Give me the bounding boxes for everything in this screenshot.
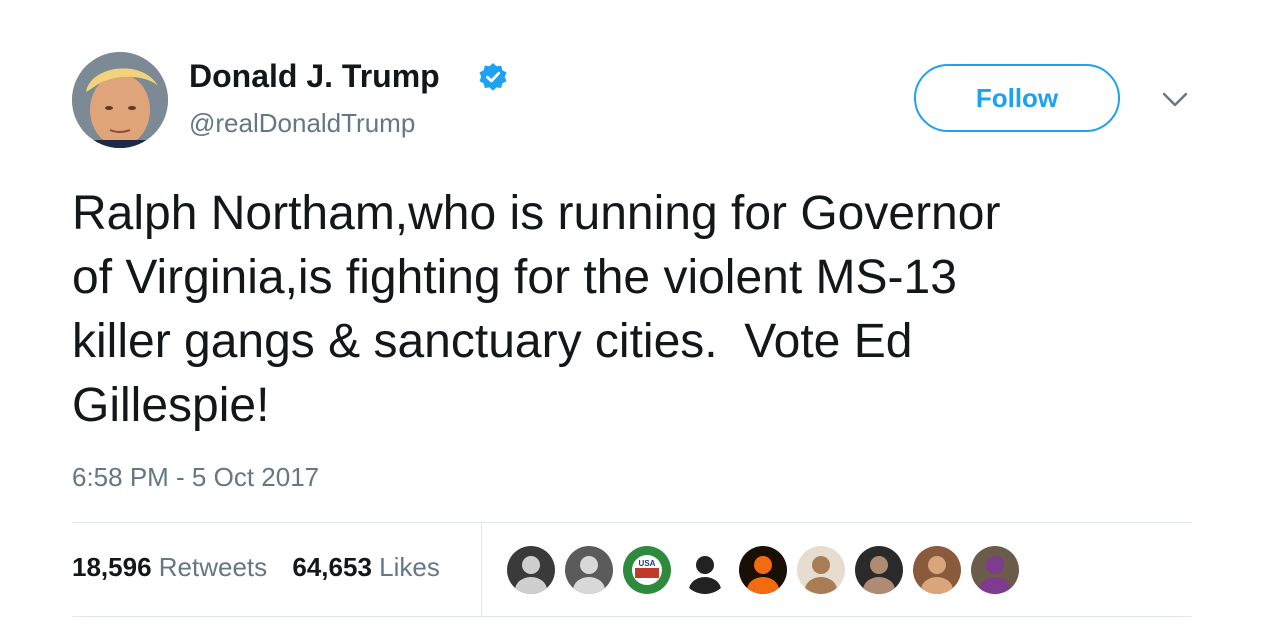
tweet-text: Ralph Northam,who is running for Governo… <box>72 187 1001 432</box>
liker-avatar-image <box>739 546 787 594</box>
liker-avatar-1[interactable] <box>506 545 556 595</box>
profile-avatar-image <box>72 52 168 148</box>
liker-avatar-9[interactable] <box>970 545 1020 595</box>
follow-button[interactable]: Follow <box>914 64 1120 132</box>
liker-avatar-5[interactable] <box>738 545 788 595</box>
liker-avatar-8[interactable] <box>912 545 962 595</box>
likes-count: 64,653 <box>292 552 372 582</box>
liker-avatar-7[interactable] <box>854 545 904 595</box>
divider <box>72 522 1192 523</box>
liker-avatar-image <box>855 546 903 594</box>
liker-avatar-image <box>913 546 961 594</box>
divider <box>72 616 1192 617</box>
liker-avatar-2[interactable] <box>564 545 614 595</box>
chevron-down-icon[interactable] <box>1160 88 1190 112</box>
liker-avatar-image <box>971 546 1019 594</box>
verified-badge-icon <box>479 63 507 91</box>
liker-avatar-3[interactable]: USA <box>622 545 672 595</box>
tweet-timestamp[interactable]: 6:58 PM - 5 Oct 2017 <box>72 462 319 493</box>
liker-avatar-image <box>797 546 845 594</box>
profile-avatar[interactable] <box>72 52 168 148</box>
retweets-stat[interactable]: 18,596 Retweets <box>72 552 274 582</box>
liker-avatar-6[interactable] <box>796 545 846 595</box>
likes-label: Likes <box>379 552 440 582</box>
tweet-card: Donald J. Trump @realDonaldTrump Follow … <box>0 0 1262 632</box>
retweets-count: 18,596 <box>72 552 152 582</box>
user-handle[interactable]: @realDonaldTrump <box>189 108 415 139</box>
liker-badge-text: USA <box>639 559 656 568</box>
liker-avatar-image <box>565 546 613 594</box>
liker-avatar-image <box>507 546 555 594</box>
liker-avatar-image: USA <box>623 546 671 594</box>
liker-avatar-4[interactable] <box>680 545 730 595</box>
retweets-label: Retweets <box>158 552 268 582</box>
liker-avatar-image <box>681 546 729 594</box>
display-name[interactable]: Donald J. Trump <box>189 58 440 95</box>
tweet-stats: 18,596 Retweets 64,653 Likes <box>72 552 458 583</box>
likes-stat[interactable]: 64,653 Likes <box>292 552 439 582</box>
stats-separator <box>481 523 482 616</box>
